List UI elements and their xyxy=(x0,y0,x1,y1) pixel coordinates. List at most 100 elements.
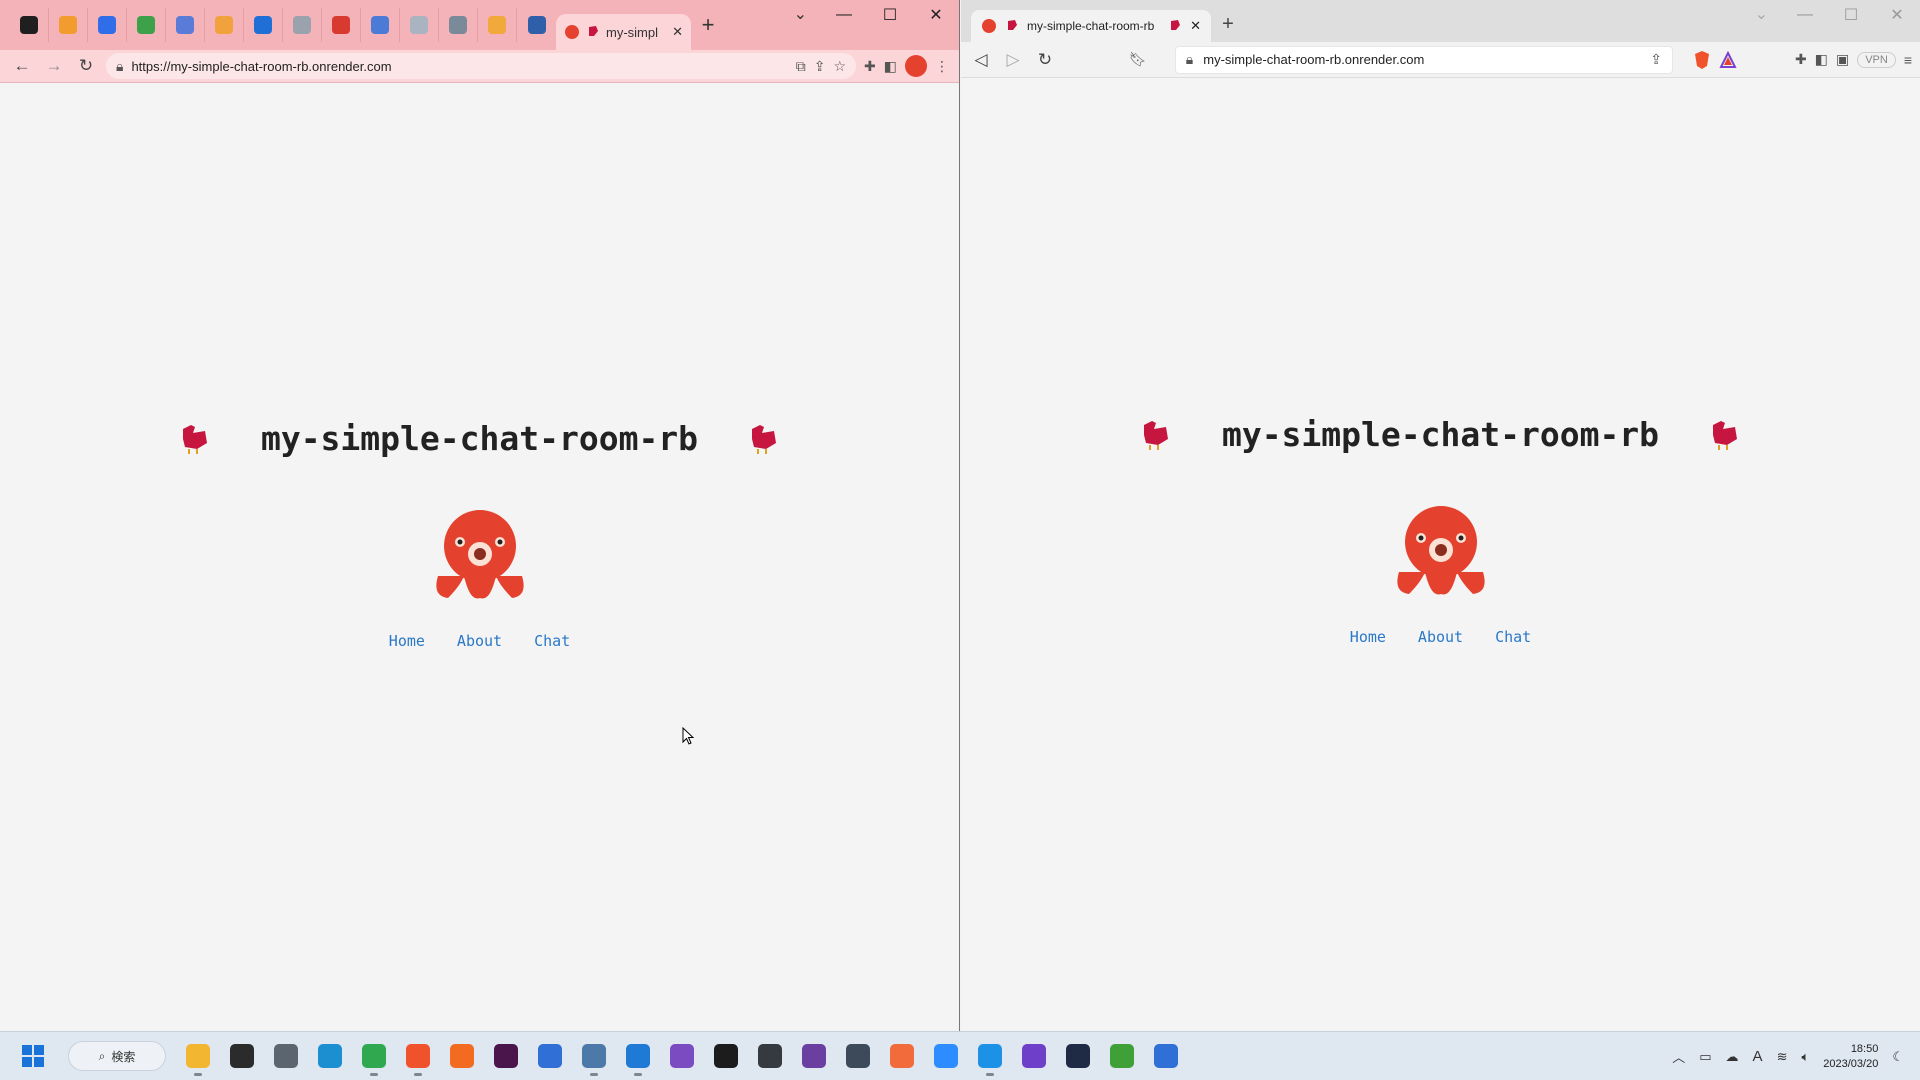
share-icon[interactable]: ⇪ xyxy=(814,58,826,75)
profile-avatar[interactable] xyxy=(905,55,927,77)
pinned-tab[interactable] xyxy=(400,8,439,42)
site-title: my-simple-chat-room-rb xyxy=(260,419,699,458)
taskbar-app[interactable] xyxy=(748,1034,792,1078)
menu-kebab-icon[interactable]: ⋮ xyxy=(935,58,949,75)
new-tab-button[interactable]: + xyxy=(1211,13,1245,42)
pinned-tab[interactable] xyxy=(439,8,478,42)
taskbar-app[interactable] xyxy=(440,1034,484,1078)
close-button[interactable]: ✕ xyxy=(913,0,959,30)
taskbar-app[interactable] xyxy=(880,1034,924,1078)
pinned-tab[interactable] xyxy=(283,8,322,42)
vpn-button[interactable]: VPN xyxy=(1857,51,1896,68)
taskbar-app[interactable] xyxy=(264,1034,308,1078)
close-button[interactable]: ✕ xyxy=(1874,0,1920,30)
nav-chat-link[interactable]: Chat xyxy=(534,632,570,650)
taskbar-apps xyxy=(176,1034,1188,1078)
pinned-tab[interactable] xyxy=(517,8,556,42)
pinned-tab[interactable] xyxy=(361,8,400,42)
extensions-icon[interactable]: ✚ xyxy=(864,58,876,75)
ime-indicator[interactable]: A xyxy=(1753,1048,1763,1065)
onedrive-cloud-icon[interactable]: ☁ xyxy=(1726,1049,1739,1065)
nav-about-link[interactable]: About xyxy=(457,632,502,650)
mouse-cursor-icon xyxy=(682,727,694,745)
close-tab-icon[interactable]: ✕ xyxy=(1190,18,1201,34)
taskbar-app[interactable] xyxy=(704,1034,748,1078)
pinned-tab[interactable] xyxy=(478,8,517,42)
pinned-tab[interactable] xyxy=(88,8,127,42)
nav-home-link[interactable]: Home xyxy=(389,632,425,650)
maximize-button[interactable]: ☐ xyxy=(867,0,913,30)
extensions-icon[interactable]: ✚ xyxy=(1795,51,1807,68)
taskbar-app[interactable] xyxy=(176,1034,220,1078)
tray-overflow-chevron-icon[interactable]: ︿ xyxy=(1672,1047,1685,1066)
clock[interactable]: 18:50 2023/03/20 xyxy=(1823,1042,1878,1072)
firefox-icon xyxy=(450,1044,474,1068)
taskbar-app[interactable] xyxy=(1056,1034,1100,1078)
chrome-address-bar[interactable]: 🔒︎ https://my-simple-chat-room-rb.onrend… xyxy=(106,53,857,79)
ruby-bird-icon xyxy=(1171,20,1181,30)
translate-icon[interactable]: ⧉ xyxy=(796,58,806,75)
pinned-tab[interactable] xyxy=(244,8,283,42)
tab-search-chevron-icon[interactable]: ⌄ xyxy=(794,4,807,24)
forward-button[interactable]: → xyxy=(42,54,66,78)
site-hero: my-simple-chat-room-rb Home About Chat xyxy=(0,419,959,650)
minimize-button[interactable]: — xyxy=(821,0,867,30)
taskbar-app[interactable] xyxy=(836,1034,880,1078)
site-nav: Home About Chat xyxy=(1350,628,1531,646)
github-desktop-icon xyxy=(1022,1044,1046,1068)
pinned-tab[interactable] xyxy=(10,8,49,42)
pinned-tab[interactable] xyxy=(166,8,205,42)
taskbar-app[interactable] xyxy=(1144,1034,1188,1078)
taskbar-app[interactable] xyxy=(1012,1034,1056,1078)
pinned-tab[interactable] xyxy=(205,8,244,42)
wifi-icon[interactable]: ≋ xyxy=(1777,1049,1788,1065)
taskbar-app[interactable] xyxy=(528,1034,572,1078)
tab-search-chevron-icon[interactable]: ⌄ xyxy=(1755,4,1768,24)
pinned-tab[interactable] xyxy=(127,8,166,42)
hamburger-menu-icon[interactable]: ≡ xyxy=(1904,52,1912,68)
brave-rewards-icon[interactable] xyxy=(1719,50,1737,69)
maximize-button[interactable]: ☐ xyxy=(1828,0,1874,30)
notification-moon-icon[interactable]: ☾ xyxy=(1892,1049,1904,1065)
taskbar-app[interactable] xyxy=(572,1034,616,1078)
brave-active-tab[interactable]: my-simple-chat-room-rb ✕ xyxy=(971,10,1211,42)
pinned-tab[interactable] xyxy=(322,8,361,42)
bookmark-icon[interactable]: 🔖︎ xyxy=(1129,51,1147,68)
taskbar-app[interactable] xyxy=(220,1034,264,1078)
taskbar-app[interactable] xyxy=(308,1034,352,1078)
lock-icon: 🔒︎ xyxy=(116,57,124,74)
chrome-active-tab[interactable]: my-simpl ✕ xyxy=(556,14,691,50)
taskbar-app[interactable] xyxy=(396,1034,440,1078)
back-button[interactable]: ← xyxy=(10,54,34,78)
minimize-button[interactable]: — xyxy=(1782,0,1828,30)
side-panel-icon[interactable]: ◧ xyxy=(884,58,897,75)
new-tab-button[interactable]: + xyxy=(691,12,725,38)
back-button[interactable]: ◁ xyxy=(969,48,993,72)
nav-about-link[interactable]: About xyxy=(1418,628,1463,646)
share-icon[interactable]: ⇪ xyxy=(1650,51,1662,68)
taskbar-app[interactable] xyxy=(352,1034,396,1078)
display-icon[interactable]: ▭ xyxy=(1699,1049,1711,1065)
brave-shields-icon[interactable] xyxy=(1693,50,1711,70)
taskbar-search[interactable]: ⌕ 検索 xyxy=(68,1041,166,1071)
nav-home-link[interactable]: Home xyxy=(1350,628,1386,646)
wallet-icon[interactable]: ▣ xyxy=(1836,51,1849,68)
taskbar-app[interactable] xyxy=(968,1034,1012,1078)
close-tab-icon[interactable]: ✕ xyxy=(672,24,683,40)
taskbar-app[interactable] xyxy=(924,1034,968,1078)
forward-button[interactable]: ▷ xyxy=(1001,48,1025,72)
start-button[interactable] xyxy=(22,1045,44,1067)
taskbar-app[interactable] xyxy=(660,1034,704,1078)
side-panel-icon[interactable]: ◧ xyxy=(1815,51,1828,68)
reload-button[interactable]: ↻ xyxy=(74,54,98,78)
pinned-tab[interactable] xyxy=(49,8,88,42)
taskbar-app[interactable] xyxy=(616,1034,660,1078)
bookmark-star-icon[interactable]: ☆ xyxy=(833,58,846,75)
volume-icon[interactable]: 🔈︎ xyxy=(1801,1049,1809,1065)
nav-chat-link[interactable]: Chat xyxy=(1495,628,1531,646)
brave-address-bar[interactable]: 🔒︎ my-simple-chat-room-rb.onrender.com ⇪ xyxy=(1174,45,1673,74)
taskbar-app[interactable] xyxy=(792,1034,836,1078)
taskbar-app[interactable] xyxy=(1100,1034,1144,1078)
reload-button[interactable]: ↻ xyxy=(1033,48,1057,72)
taskbar-app[interactable] xyxy=(484,1034,528,1078)
